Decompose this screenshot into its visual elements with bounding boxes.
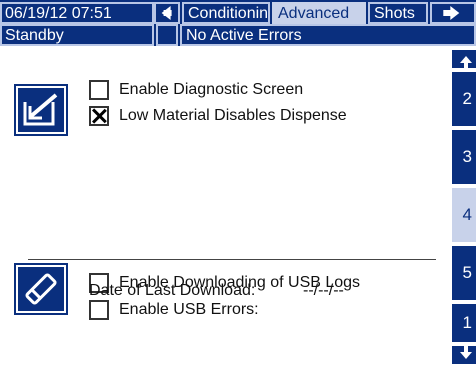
tab-shots[interactable]: Shots <box>368 2 428 24</box>
edit-button[interactable] <box>14 84 68 136</box>
scroll-up-button[interactable] <box>452 48 476 70</box>
edit-icon <box>22 92 60 126</box>
low-material-checkbox[interactable] <box>89 106 109 126</box>
scroll-down-button[interactable] <box>452 344 476 366</box>
side-tab-1[interactable]: 1 <box>452 302 476 344</box>
side-nav: 2 3 4 5 1 <box>452 46 476 366</box>
section-divider <box>28 259 436 260</box>
arrow-down-icon <box>460 345 472 359</box>
usb-errors-checkbox[interactable] <box>89 300 109 320</box>
arrow-up-icon <box>460 55 472 68</box>
option-low-material[interactable]: Low Material Disables Dispense <box>89 105 347 127</box>
tab-conditioning[interactable]: Conditioning <box>182 2 270 24</box>
arrow-right-icon <box>443 6 460 20</box>
diagnostic-label: Enable Diagnostic Screen <box>119 81 304 98</box>
last-download-value: --/--/-- <box>303 282 344 299</box>
low-material-label: Low Material Disables Dispense <box>119 107 347 124</box>
system-mode: Standby <box>0 24 154 46</box>
status-indicator <box>156 24 178 46</box>
tab-advanced[interactable]: Advanced <box>272 2 366 24</box>
arrow-left-icon <box>161 6 172 20</box>
side-tab-5[interactable]: 5 <box>452 244 476 302</box>
clear-usb-button[interactable] <box>14 263 68 315</box>
last-download-label: Date of Last Download: <box>89 282 256 299</box>
diagnostic-checkbox[interactable] <box>89 80 109 100</box>
datetime-display: 06/19/12 07:51 <box>0 2 154 24</box>
side-tab-2[interactable]: 2 <box>452 70 476 128</box>
side-tab-4[interactable]: 4 <box>452 186 476 244</box>
usb-errors-label: Enable USB Errors: <box>119 301 259 318</box>
option-usb-errors[interactable]: Enable USB Errors: <box>89 299 259 321</box>
error-status: No Active Errors <box>180 24 476 46</box>
next-screen-button[interactable] <box>430 2 476 24</box>
main-panel: Enable Diagnostic Screen Low Material Di… <box>0 46 452 366</box>
eraser-icon <box>25 273 57 305</box>
previous-screen-button[interactable] <box>154 2 180 24</box>
side-tab-3[interactable]: 3 <box>452 128 476 186</box>
option-enable-diagnostic[interactable]: Enable Diagnostic Screen <box>89 79 303 101</box>
